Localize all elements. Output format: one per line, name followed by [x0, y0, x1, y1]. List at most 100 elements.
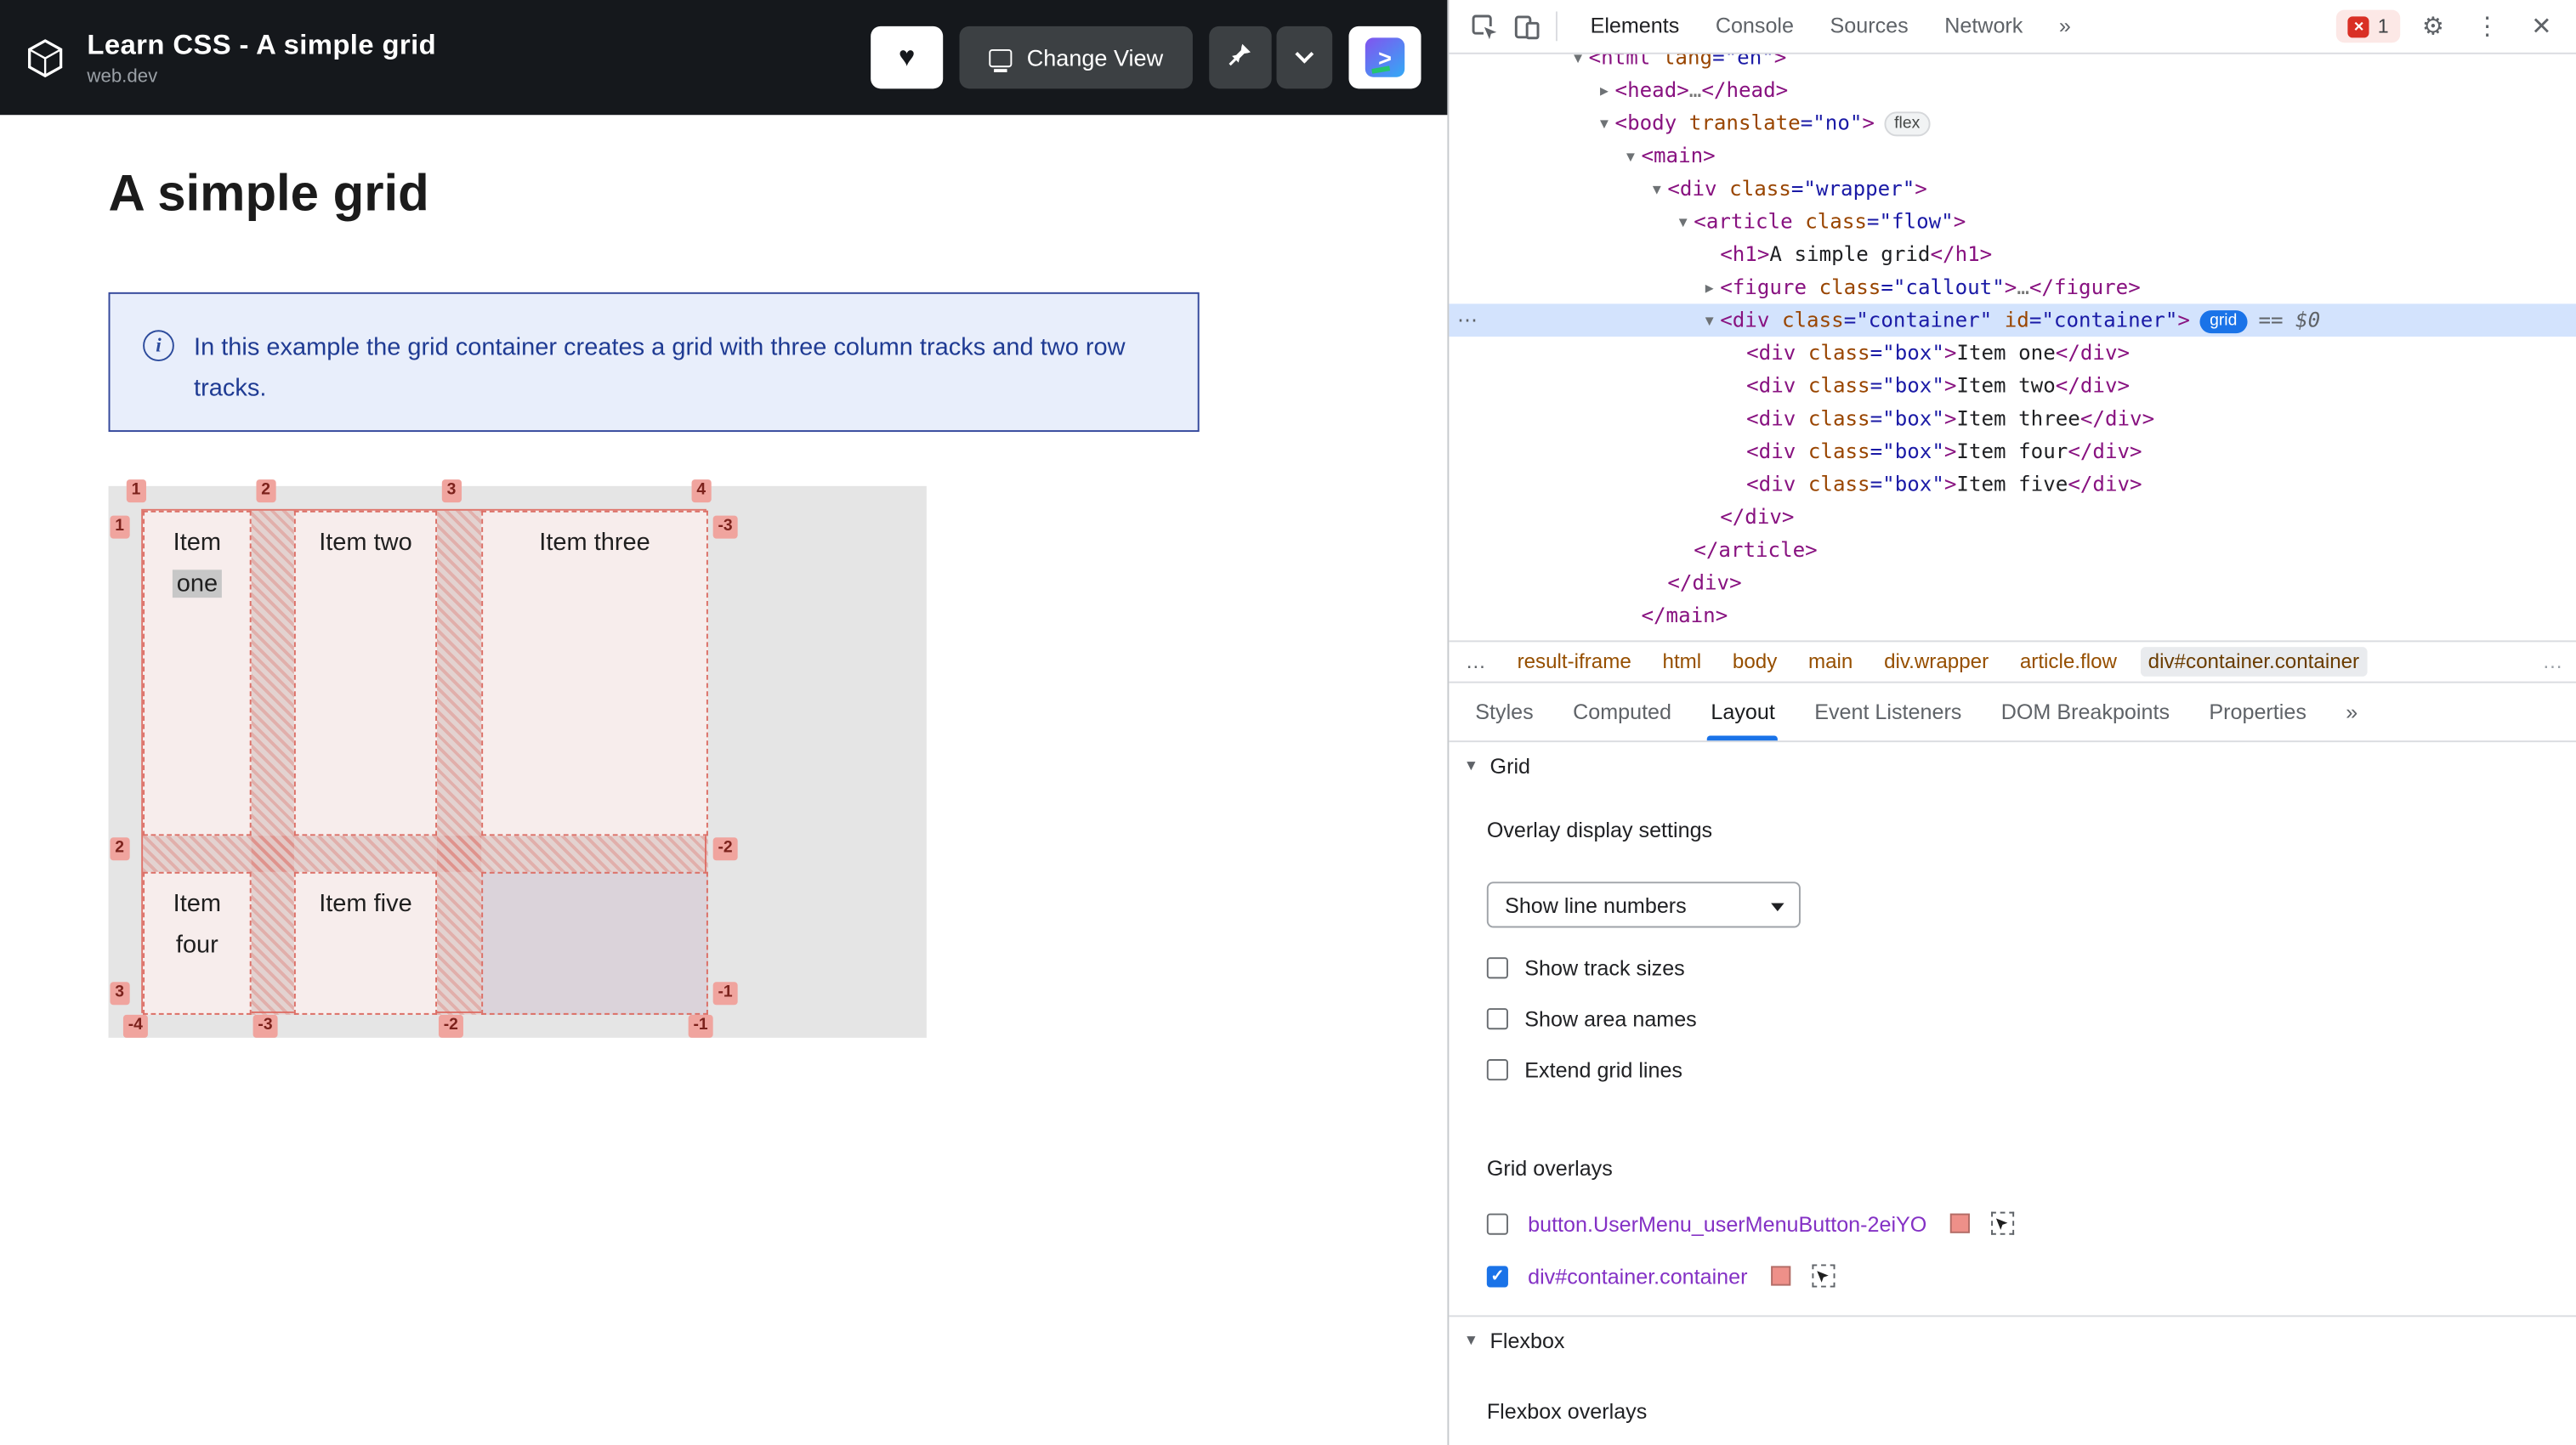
- code-token: class: [1807, 471, 1870, 496]
- checkbox[interactable]: [1486, 1212, 1508, 1234]
- crumb-div.wrapper[interactable]: div.wrapper: [1884, 650, 1989, 673]
- panel-tab--[interactable]: »: [2326, 683, 2377, 741]
- panel-tab-layout[interactable]: Layout: [1691, 683, 1795, 741]
- crumb-div#container.container[interactable]: div#container.container: [2140, 647, 2368, 677]
- panel-tab-styles[interactable]: Styles: [1455, 683, 1553, 741]
- crumb-main[interactable]: main: [1808, 650, 1853, 673]
- code-token: </figure>: [2028, 274, 2141, 299]
- code-token: class: [1807, 372, 1870, 398]
- code-token: </div>: [2068, 471, 2142, 496]
- device-toolbar-icon[interactable]: [1505, 5, 1547, 48]
- tree-node[interactable]: <div class="box">Item five</div>: [1449, 468, 2576, 502]
- grid-section-header[interactable]: ▼ Grid: [1449, 742, 2576, 788]
- code-token: ="container": [2028, 307, 2178, 332]
- tree-node[interactable]: <div class="box">Item one</div>: [1449, 337, 2576, 370]
- pin-dropdown-button[interactable]: [1276, 26, 1333, 89]
- tree-node[interactable]: ▼ <html lang="en">: [1449, 54, 2576, 74]
- twisty-closed-icon[interactable]: ▶: [1593, 76, 1614, 109]
- select-element-icon[interactable]: [1990, 1211, 2014, 1235]
- issues-error-badge[interactable]: ✕ 1: [2336, 9, 2401, 43]
- code-token: <html: [1588, 54, 1663, 70]
- code-token: >: [1943, 372, 1957, 398]
- grid-empty-cell: [481, 871, 708, 1015]
- like-button[interactable]: ♥: [871, 26, 944, 89]
- code-token: </div>: [2080, 405, 2155, 431]
- close-devtools-icon[interactable]: ✕: [2520, 5, 2562, 48]
- overlay-color-swatch: [1949, 1213, 1970, 1233]
- twisty-closed-icon[interactable]: ▶: [1699, 273, 1720, 306]
- flexbox-section-header[interactable]: ▼ Flexbox: [1449, 1317, 2576, 1363]
- panel-tab-event-listeners[interactable]: Event Listeners: [1795, 683, 1982, 741]
- twisty-open-icon[interactable]: ▼: [1646, 174, 1667, 207]
- settings-gear-icon[interactable]: ⚙: [2412, 5, 2454, 48]
- checkbox[interactable]: [1486, 1058, 1508, 1080]
- grid-badge[interactable]: grid: [2199, 310, 2247, 334]
- pin-button[interactable]: [1209, 26, 1272, 89]
- more-tabs-button[interactable]: »: [2041, 0, 2089, 54]
- code-token: >: [1943, 405, 1957, 431]
- grid-line-number: 2: [256, 479, 275, 503]
- devtools-tab-sources[interactable]: Sources: [1812, 0, 1926, 54]
- breadcrumb-overflow[interactable]: …: [2535, 649, 2563, 674]
- tree-node[interactable]: ▶ <head>…</head>: [1449, 74, 2576, 107]
- crumb-html[interactable]: html: [1663, 650, 1702, 673]
- tree-node[interactable]: ▼ <body translate="no"> flex: [1449, 107, 2576, 140]
- tree-node[interactable]: </div>: [1449, 566, 2576, 599]
- page-title: Learn CSS - A simple grid: [87, 28, 437, 60]
- grid-section-label: Grid: [1489, 752, 1531, 778]
- checkbox-label: Show area names: [1524, 1006, 1697, 1031]
- panel-tab-computed[interactable]: Computed: [1553, 683, 1691, 741]
- inspect-element-icon[interactable]: [1462, 5, 1505, 48]
- change-view-button[interactable]: Change View: [959, 26, 1193, 89]
- tree-node[interactable]: <div class="box">Item two</div>: [1449, 370, 2576, 403]
- twisty-open-icon[interactable]: ▼: [1699, 305, 1720, 338]
- code-token: <div: [1746, 438, 1808, 463]
- row-menu-dots-icon[interactable]: ⋯: [1457, 303, 1478, 337]
- crumb-body[interactable]: body: [1733, 650, 1777, 673]
- twisty-open-icon[interactable]: ▼: [1620, 141, 1641, 174]
- tree-node[interactable]: <div class="box">Item four</div>: [1449, 435, 2576, 468]
- twisty-open-icon[interactable]: ▼: [1672, 207, 1694, 240]
- tree-node[interactable]: ▶ <figure class="callout">…</figure>: [1449, 271, 2576, 304]
- devtools-tab-elements[interactable]: Elements: [1572, 0, 1697, 54]
- panel-tab-properties[interactable]: Properties: [2189, 683, 2326, 741]
- select-element-icon[interactable]: [1811, 1264, 1835, 1288]
- tree-node[interactable]: </main>: [1449, 599, 2576, 632]
- tree-node[interactable]: ▼ <main>: [1449, 139, 2576, 173]
- tree-node-selected[interactable]: ⋯ ▼ <div class="container" id="container">…: [1449, 303, 2576, 337]
- editor-logo-button[interactable]: >: [1348, 26, 1421, 89]
- kebab-menu-icon[interactable]: ⋮: [2466, 5, 2509, 48]
- devtools-tab-network[interactable]: Network: [1926, 0, 2041, 54]
- code-token: </div>: [2055, 372, 2131, 398]
- grid-container-overlay: Item one Item two Item three Item four Item fi…: [141, 508, 708, 1015]
- crumb-overflow[interactable]: …: [1466, 650, 1486, 673]
- tree-node[interactable]: ▼ <div class="wrapper">: [1449, 173, 2576, 206]
- twisty-open-icon[interactable]: ▼: [1593, 108, 1614, 141]
- crumb-article.flow[interactable]: article.flow: [2020, 650, 2117, 673]
- tree-node[interactable]: </div>: [1449, 501, 2576, 534]
- tree-node[interactable]: ▼ <article class="flow">: [1449, 205, 2576, 238]
- code-token: lang: [1662, 54, 1713, 70]
- crumb-result-iframe[interactable]: result-iframe: [1518, 650, 1631, 673]
- grid-line-number: -2: [438, 1014, 463, 1038]
- checkbox[interactable]: ✓: [1486, 1265, 1508, 1287]
- code-token: >: [1943, 438, 1957, 463]
- code-token: class: [1805, 208, 1867, 234]
- line-numbers-select[interactable]: Show line numbers: [1486, 881, 1801, 928]
- code-token: class: [1819, 274, 1881, 299]
- tree-node[interactable]: </article>: [1449, 534, 2576, 567]
- devtools-tab-console[interactable]: Console: [1698, 0, 1813, 54]
- grid-line-number: 1: [126, 479, 146, 503]
- tree-node[interactable]: <div class="box">Item three</div>: [1449, 402, 2576, 435]
- webdev-logo-icon[interactable]: [23, 36, 67, 80]
- flex-badge[interactable]: flex: [1884, 111, 1930, 137]
- twisty-open-icon[interactable]: ▼: [1568, 54, 1589, 76]
- tree-node[interactable]: <h1>A simple grid</h1>: [1449, 238, 2576, 271]
- code-token: Item two: [1956, 372, 2056, 398]
- callout-text: In this example the grid container creat…: [194, 333, 1126, 403]
- overlay-row: button.UserMenu_userMenuButton-2eiYO: [1486, 1210, 2576, 1237]
- panel-tab-dom-breakpoints[interactable]: DOM Breakpoints: [1982, 683, 2190, 741]
- checkbox[interactable]: [1486, 956, 1508, 978]
- code-token: <div: [1720, 307, 1782, 332]
- checkbox[interactable]: [1486, 1007, 1508, 1029]
